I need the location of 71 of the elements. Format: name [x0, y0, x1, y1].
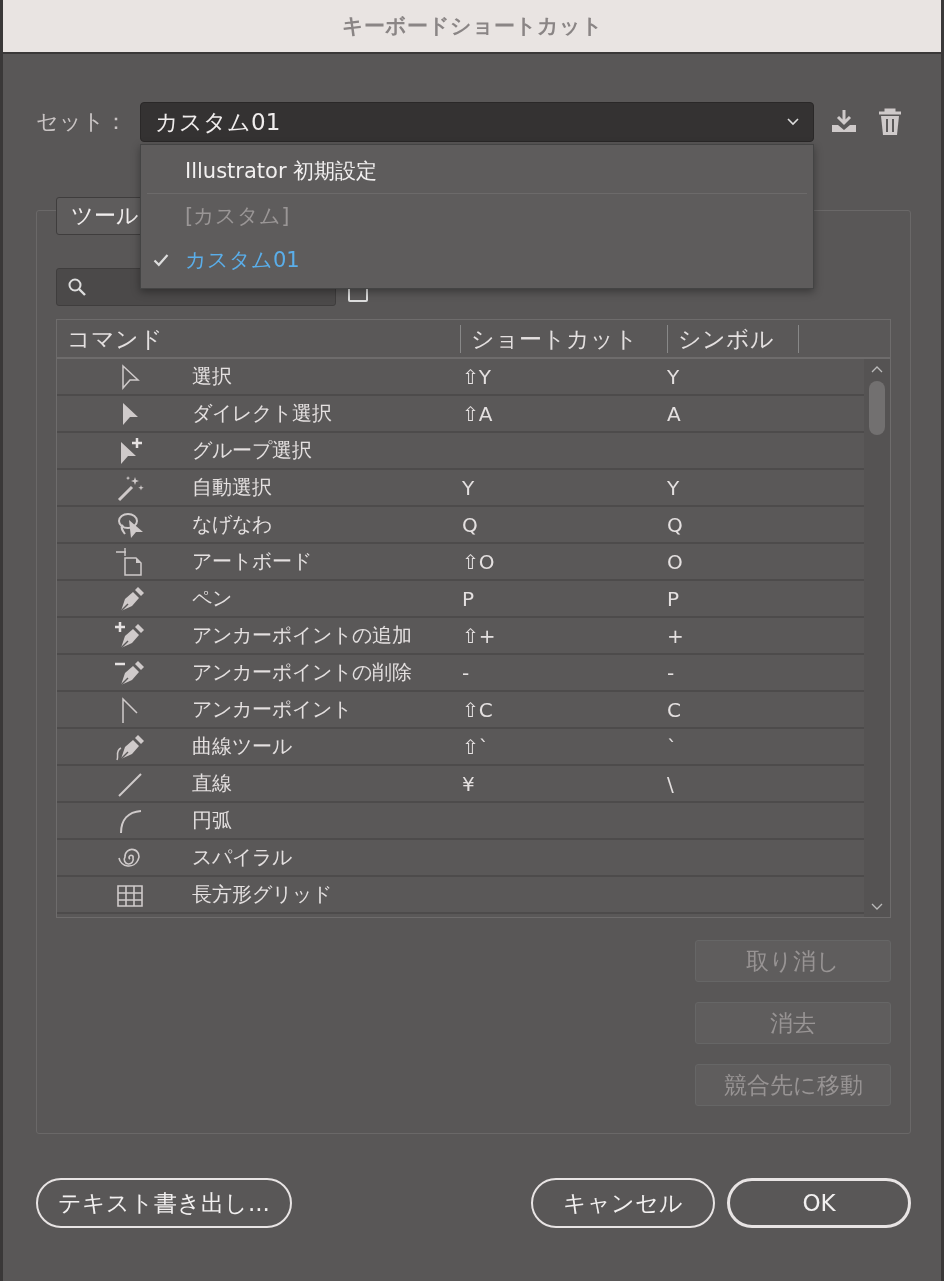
window-title: キーボードショートカット [341, 13, 603, 40]
symbol-key: C [667, 697, 767, 722]
shortcut-key: ⇧O [462, 549, 667, 574]
command-name: ペン [192, 585, 233, 612]
shortcut-key: Y [462, 475, 667, 500]
artboard-icon [114, 546, 145, 577]
shortcut-key: P [462, 586, 667, 611]
command-name: スパイラル [192, 844, 293, 871]
shortcut-key: ¥ [462, 771, 667, 796]
command-name: 曲線ツール [192, 733, 293, 760]
symbol-key: Y [667, 475, 767, 500]
symbol-key: P [667, 586, 767, 611]
symbol-key: O [667, 549, 767, 574]
shortcut-key: ⇧Y [462, 364, 667, 389]
symbol-key: \ [667, 771, 767, 796]
cancel-button[interactable]: キャンセル [531, 1178, 715, 1228]
symbol-key: + [667, 623, 767, 648]
scroll-up-icon[interactable] [871, 365, 883, 373]
scrollbar[interactable] [864, 359, 890, 917]
scrollbar-thumb[interactable] [869, 381, 885, 435]
table-row[interactable]: 自動選択 Y Y [57, 470, 864, 507]
table-row[interactable]: スパイラル [57, 840, 864, 877]
command-name: 円弧 [192, 807, 233, 834]
shortcut-key: ⇧+ [462, 623, 667, 648]
command-name: 長方形グリッド [192, 881, 333, 908]
symbol-key: A [667, 401, 767, 426]
table-row[interactable]: 直線 ¥ \ [57, 766, 864, 803]
column-header[interactable]: シンボル [667, 324, 799, 353]
command-name: アートボード [192, 548, 313, 575]
column-header[interactable]: コマンド [57, 324, 460, 353]
table-row[interactable]: 円弧 [57, 803, 864, 840]
shortcut-key: - [462, 660, 667, 685]
command-name: アンカーポイント [192, 696, 353, 723]
export-text-button[interactable]: テキスト書き出し... [36, 1178, 292, 1228]
shortcut-key: Q [462, 512, 667, 537]
symbol-key: ` [667, 734, 767, 759]
table-row[interactable]: アンカーポイントの削除 - - [57, 655, 864, 692]
table-row[interactable]: 選択 ⇧Y Y [57, 359, 864, 396]
command-name: 選択 [192, 363, 233, 390]
command-name: ダイレクト選択 [192, 400, 333, 427]
table-row[interactable]: ダイレクト選択 ⇧A A [57, 396, 864, 433]
ok-button[interactable]: OK [727, 1178, 911, 1228]
command-name: グループ選択 [192, 437, 313, 464]
shortcut-key: ⇧C [462, 697, 667, 722]
table-row[interactable]: 曲線ツール ⇧` ` [57, 729, 864, 766]
set-label: セット： [36, 108, 128, 136]
table-row[interactable]: アンカーポイント ⇧C C [57, 692, 864, 729]
command-name: アンカーポイントの追加 [192, 622, 413, 649]
table-row[interactable]: グループ選択 [57, 433, 864, 470]
shortcut-key: ⇧` [462, 734, 667, 759]
symbol-key: Q [667, 512, 767, 537]
symbol-key: - [667, 660, 767, 685]
chevron-down-icon [787, 118, 799, 126]
shortcut-key: ⇧A [462, 401, 667, 426]
table-row[interactable]: なげなわ Q Q [57, 507, 864, 544]
pen-plus-icon [114, 620, 145, 651]
command-name: なげなわ [192, 511, 273, 538]
table-row[interactable]: アンカーポイントの追加 ⇧+ + [57, 618, 864, 655]
checkmark-icon [153, 254, 169, 267]
menu-item[interactable]: Illustrator 初期設定 [141, 149, 813, 193]
command-name: アンカーポイントの削除 [192, 659, 413, 686]
symbol-key: Y [667, 364, 767, 389]
column-header[interactable]: ショートカット [460, 324, 667, 353]
scroll-down-icon[interactable] [871, 903, 883, 911]
table-row[interactable]: ペン P P [57, 581, 864, 618]
command-name: 直線 [192, 770, 233, 797]
set-dropdown[interactable]: カスタム01 [140, 102, 814, 142]
table-row[interactable]: 長方形グリッド [57, 877, 864, 914]
table-row[interactable]: アートボード ⇧O O [57, 544, 864, 581]
command-name: 自動選択 [192, 474, 273, 501]
search-icon [67, 277, 87, 297]
